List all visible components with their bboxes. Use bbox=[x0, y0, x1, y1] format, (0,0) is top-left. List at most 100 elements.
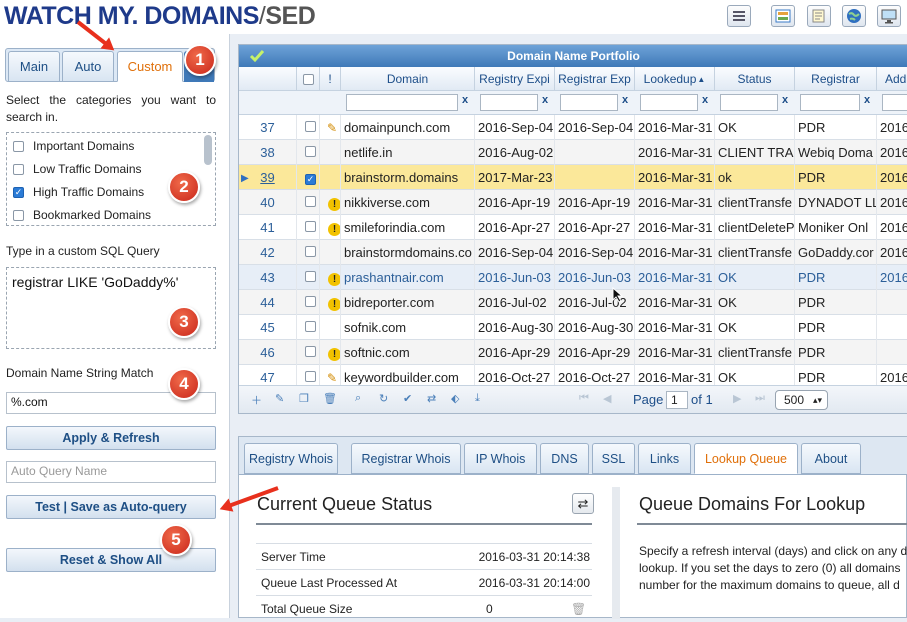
prev-page-icon[interactable]: ◀ bbox=[603, 392, 611, 405]
filter-status-input[interactable] bbox=[720, 94, 778, 111]
checkbox[interactable] bbox=[305, 246, 316, 257]
header-registrar-expiry[interactable]: Registrar Exp bbox=[555, 67, 635, 91]
row-number-cell[interactable]: 43 bbox=[239, 265, 297, 290]
table-row[interactable]: 45 sofnik.com 2016-Aug-30 2016-Aug-30 2016-M… bbox=[239, 315, 907, 340]
checkbox[interactable] bbox=[13, 163, 24, 175]
row-number-cell[interactable]: 46 bbox=[239, 340, 297, 365]
apply-refresh-button[interactable]: Apply & Refresh bbox=[6, 426, 216, 450]
checkbox-checked[interactable]: ✓ bbox=[305, 174, 316, 185]
table-row[interactable]: 42 brainstormdomains.co 2016-Sep-04 2016-Se… bbox=[239, 240, 907, 265]
header-flag[interactable]: ! bbox=[320, 67, 341, 91]
tab-auto[interactable]: Auto bbox=[62, 51, 114, 82]
checkbox[interactable] bbox=[305, 346, 316, 357]
search-icon[interactable]: ⌕ bbox=[355, 392, 361, 405]
row-checkbox-cell[interactable]: ✓ bbox=[297, 165, 320, 190]
tab-ip-whois[interactable]: IP Whois bbox=[464, 443, 537, 474]
globe-button[interactable] bbox=[842, 5, 866, 27]
delete-icon[interactable]: 🗑 bbox=[323, 392, 337, 405]
filter-clear-icon[interactable]: x bbox=[782, 94, 788, 106]
copy-icon[interactable]: ❐ bbox=[299, 392, 309, 405]
header-select-all[interactable] bbox=[297, 67, 320, 91]
menu-button[interactable] bbox=[727, 5, 751, 27]
refresh-icon[interactable]: ↻ bbox=[379, 392, 388, 405]
filter-registrar-input[interactable] bbox=[800, 94, 860, 111]
grid-view-button[interactable] bbox=[771, 5, 795, 27]
tab-lookup-queue[interactable]: Lookup Queue bbox=[694, 443, 798, 474]
edit-icon[interactable]: ✎ bbox=[275, 392, 284, 405]
row-checkbox-cell[interactable] bbox=[297, 240, 320, 265]
next-page-icon[interactable]: ▶ bbox=[733, 392, 741, 405]
filter-clear-icon[interactable]: x bbox=[462, 94, 468, 106]
tab-main[interactable]: Main bbox=[8, 51, 60, 82]
checkbox[interactable] bbox=[305, 146, 316, 157]
table-row[interactable]: 37 ✎ domainpunch.com 2016-Sep-04 2016-Sep-04… bbox=[239, 115, 907, 140]
checkbox[interactable] bbox=[305, 196, 316, 207]
row-number-cell[interactable]: 41 bbox=[239, 215, 297, 240]
row-checkbox-cell[interactable] bbox=[297, 140, 320, 165]
tab-links[interactable]: Links bbox=[638, 443, 691, 474]
row-checkbox-cell[interactable] bbox=[297, 290, 320, 315]
monitor-button[interactable] bbox=[877, 5, 901, 27]
filter-lookedup-input[interactable] bbox=[640, 94, 698, 111]
header-status[interactable]: Status bbox=[715, 67, 795, 91]
category-low-traffic[interactable]: Low Traffic Domains bbox=[13, 159, 142, 179]
transfer-icon[interactable]: ⇄ bbox=[427, 392, 436, 405]
checkbox[interactable] bbox=[305, 296, 316, 307]
row-number-cell[interactable]: 37 bbox=[239, 115, 297, 140]
checkbox[interactable] bbox=[13, 140, 24, 152]
table-row[interactable]: 41! smileforindia.com 2016-Apr-27 2016-Apr-… bbox=[239, 215, 907, 240]
tab-registrar-whois[interactable]: Registrar Whois bbox=[351, 443, 461, 474]
trash-icon[interactable]: 🗑 bbox=[571, 596, 586, 622]
category-important[interactable]: Important Domains bbox=[13, 136, 134, 156]
row-checkbox-cell[interactable] bbox=[297, 265, 320, 290]
tab-about[interactable]: About bbox=[801, 443, 861, 474]
table-row[interactable]: 43! prashantnair.com 2016-Jun-03 2016-Jun-0… bbox=[239, 265, 907, 290]
download-icon[interactable]: ⤓ bbox=[475, 392, 480, 405]
filter-domain-input[interactable] bbox=[346, 94, 458, 111]
header-registry-expiry[interactable]: Registry Expi bbox=[475, 67, 555, 91]
checkbox[interactable] bbox=[305, 121, 316, 132]
row-number-cell[interactable]: 40 bbox=[239, 190, 297, 215]
table-row[interactable]: 44! bidreporter.com 2016-Jul-02 2016-Jul-02… bbox=[239, 290, 907, 315]
checkbox[interactable] bbox=[305, 221, 316, 232]
header-domain[interactable]: Domain bbox=[341, 67, 475, 91]
row-number-cell[interactable]: 38 bbox=[239, 140, 297, 165]
filter-clear-icon[interactable]: x bbox=[702, 94, 708, 106]
row-checkbox-cell[interactable] bbox=[297, 190, 320, 215]
checkbox[interactable] bbox=[302, 73, 314, 85]
header-lookedup[interactable]: Lookedup ▲ bbox=[635, 67, 715, 91]
header-registrar[interactable]: Registrar bbox=[795, 67, 877, 91]
checkbox[interactable] bbox=[305, 371, 316, 382]
table-row[interactable]: 38 netlife.in 2016-Aug-02 2016-Mar-31 CLIENT… bbox=[239, 140, 907, 165]
tag-icon[interactable]: ⬖ bbox=[451, 392, 459, 405]
last-page-icon[interactable]: ⏭ bbox=[755, 392, 765, 405]
first-page-icon[interactable]: ⏮ bbox=[579, 392, 589, 405]
notes-button[interactable] bbox=[807, 5, 831, 27]
auto-query-name-input[interactable]: Auto Query Name bbox=[6, 461, 216, 483]
filter-clear-icon[interactable]: x bbox=[622, 94, 628, 106]
row-number-cell[interactable]: 42 bbox=[239, 240, 297, 265]
panel-splitter[interactable] bbox=[612, 487, 620, 619]
category-high-traffic[interactable]: ✓ High Traffic Domains bbox=[13, 182, 144, 202]
filter-clear-icon[interactable]: x bbox=[542, 94, 548, 106]
filter-added-input[interactable] bbox=[882, 94, 907, 111]
header-added[interactable]: Add bbox=[877, 67, 907, 91]
row-number-cell[interactable]: 44 bbox=[239, 290, 297, 315]
refresh-queue-button[interactable]: ⇄ bbox=[572, 493, 594, 514]
row-checkbox-cell[interactable] bbox=[297, 340, 320, 365]
tab-dns[interactable]: DNS bbox=[540, 443, 589, 474]
table-row[interactable]: 46! softnic.com 2016-Apr-29 2016-Apr-29 2016… bbox=[239, 340, 907, 365]
category-scrollbar[interactable] bbox=[204, 135, 212, 165]
row-number-cell[interactable]: 45 bbox=[239, 315, 297, 340]
app-logo[interactable]: WATCH MY. DOMAINS/SED bbox=[4, 1, 316, 31]
row-checkbox-cell[interactable] bbox=[297, 115, 320, 140]
checkbox[interactable] bbox=[13, 209, 24, 221]
page-number-input[interactable]: 1 bbox=[666, 391, 688, 409]
tab-ssl[interactable]: SSL bbox=[592, 443, 635, 474]
checkbox-checked[interactable]: ✓ bbox=[13, 186, 24, 198]
save-auto-query-button[interactable]: Test | Save as Auto-query bbox=[6, 495, 216, 519]
category-bookmarked[interactable]: Bookmarked Domains bbox=[13, 205, 151, 225]
checkbox[interactable] bbox=[305, 321, 316, 332]
checkbox[interactable] bbox=[305, 271, 316, 282]
filter-clear-icon[interactable]: x bbox=[864, 94, 870, 106]
